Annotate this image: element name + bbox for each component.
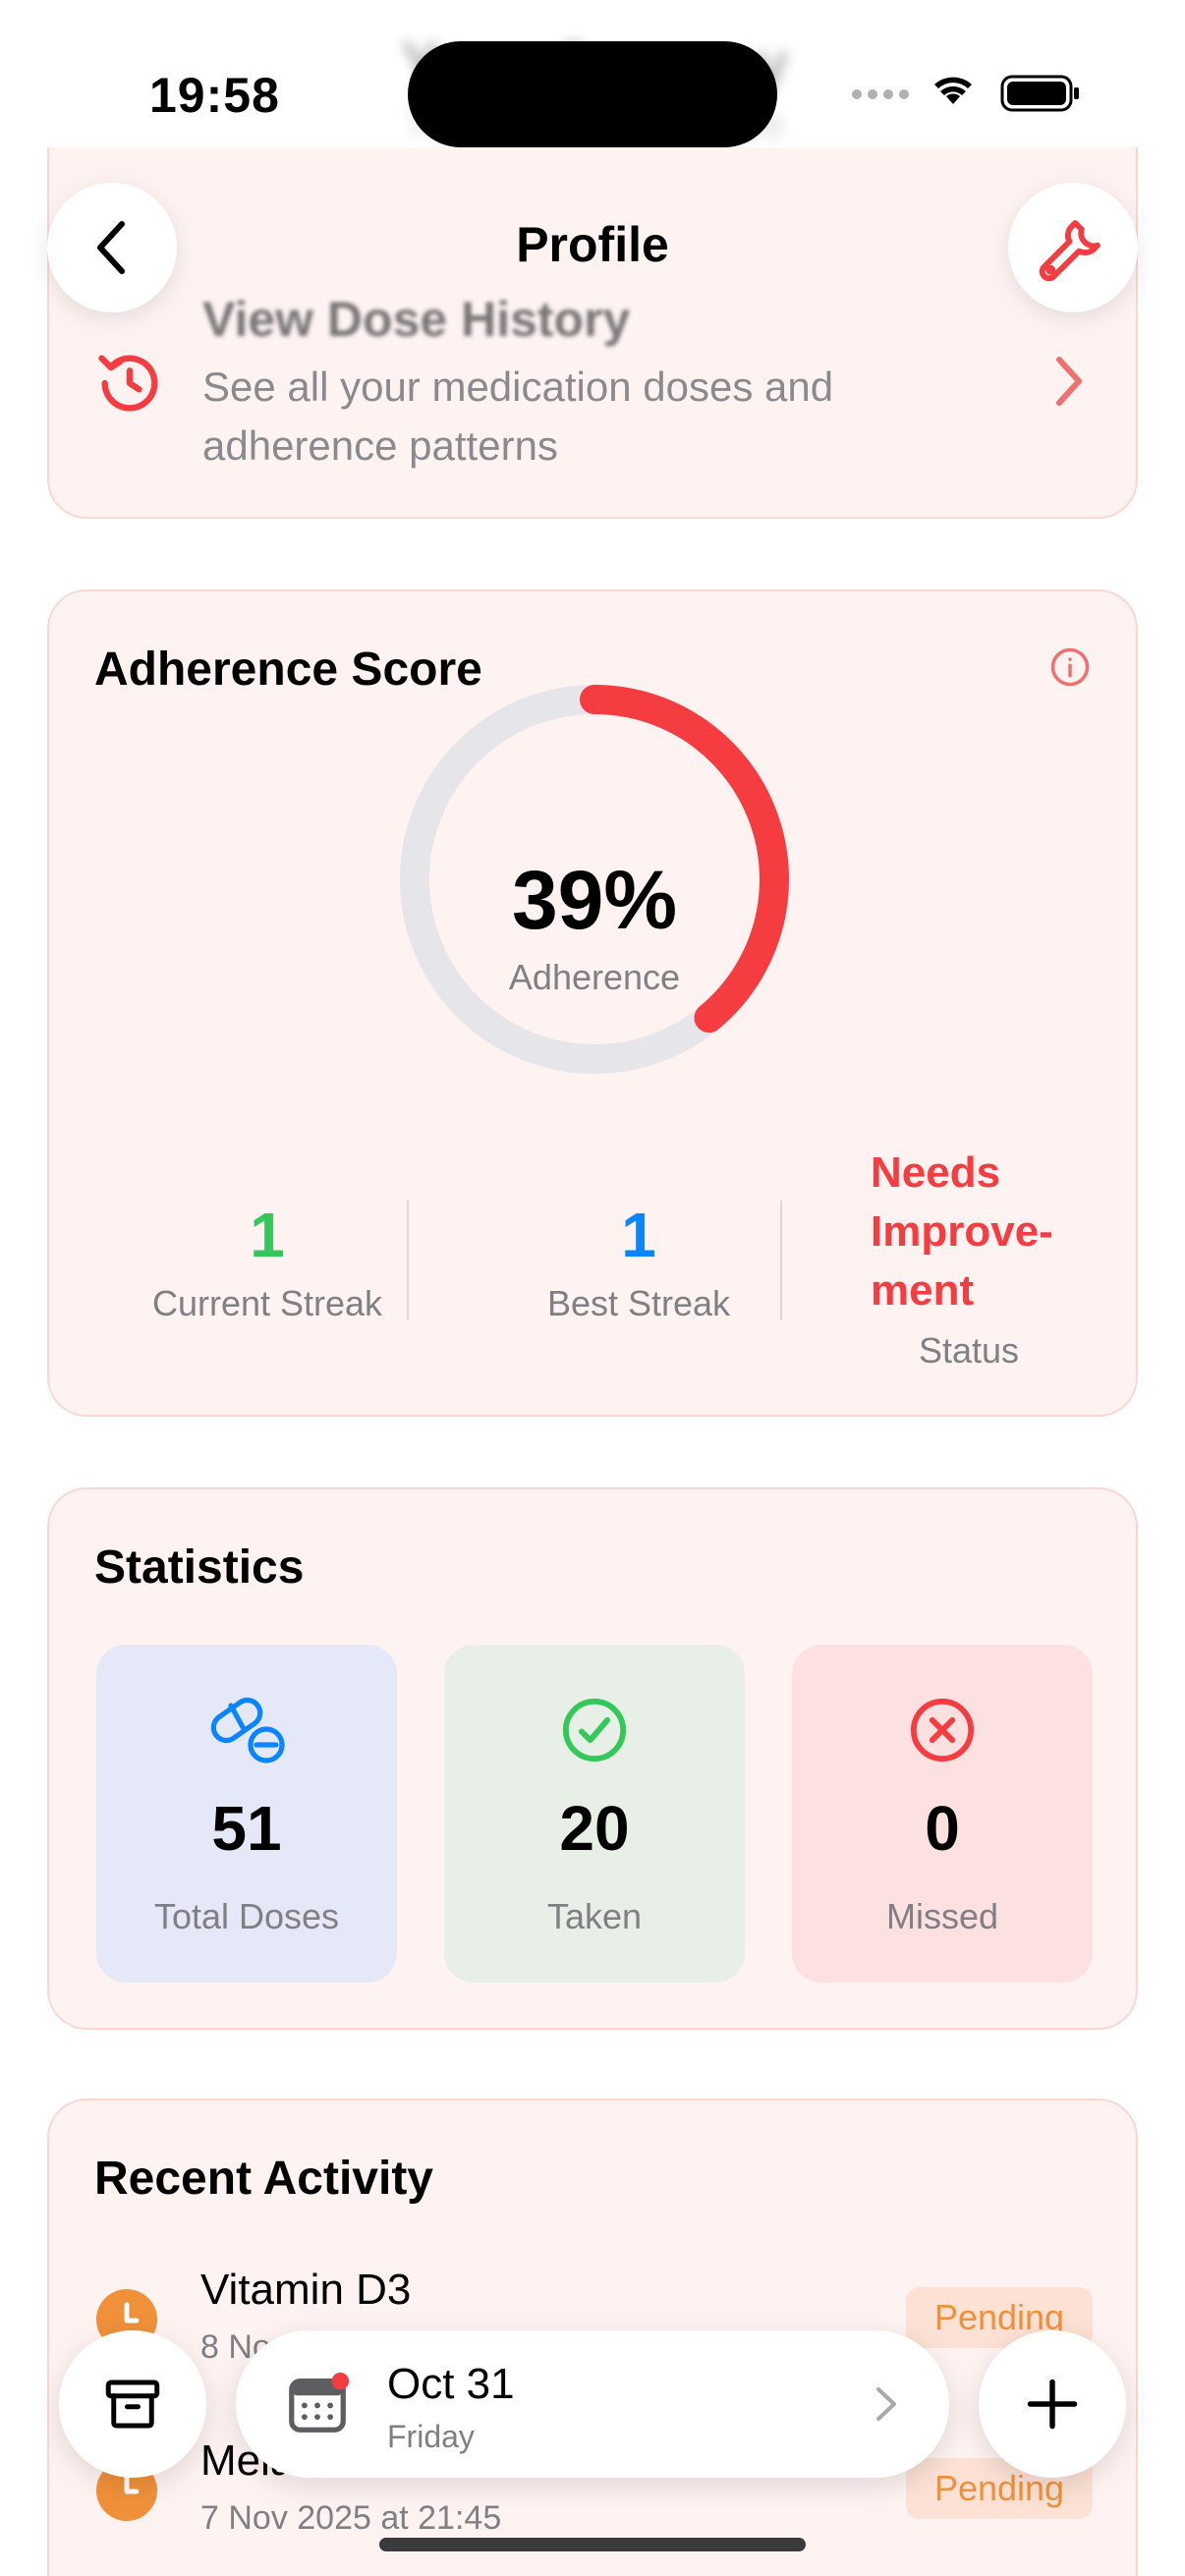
add-button[interactable]: [979, 2330, 1126, 2478]
adherence-percent: 39%: [511, 854, 678, 946]
pill-icon: [210, 1697, 285, 1764]
x-circle-icon: [910, 1698, 975, 1763]
taken-label: Taken: [546, 1896, 643, 1936]
dose-history-title: View Dose History: [202, 292, 631, 347]
archive-icon: [105, 2380, 160, 2429]
dynamic-island: [408, 41, 777, 147]
current-streak-value: 1: [250, 1200, 285, 1270]
taken-tile: 20 Taken: [444, 1645, 745, 1983]
chevron-right-icon: [1056, 357, 1082, 406]
current-streak-metric: 1 Current Streak: [100, 1201, 434, 1324]
plus-icon: [1027, 2379, 1078, 2430]
best-streak-metric: 1 Best Streak: [472, 1201, 806, 1324]
best-streak-label: Best Streak: [546, 1283, 731, 1323]
taken-value: 20: [559, 1793, 630, 1864]
tools-button[interactable]: [1008, 183, 1138, 312]
adherence-percent-label: Adherence: [508, 957, 681, 997]
wrench-icon: [1039, 220, 1100, 282]
recent-activity-title: Recent Activity: [94, 2153, 433, 2205]
current-streak-label: Current Streak: [151, 1283, 383, 1323]
activity-time: 7 Nov 2025 at 21:45: [200, 2499, 502, 2537]
status-value-line-2: Improve-: [871, 1207, 1053, 1256]
missed-label: Missed: [885, 1896, 999, 1936]
wifi-icon: [934, 77, 972, 104]
status-icons: [852, 75, 1079, 112]
check-circle-icon: [562, 1698, 627, 1763]
divider: [780, 1201, 782, 1320]
battery-icon: [1000, 75, 1079, 112]
selected-weekday: Friday: [387, 2419, 475, 2454]
chevron-right-icon: [876, 2387, 896, 2421]
dose-history-description: See all your medication doses and adhere…: [202, 364, 834, 469]
history-icon: [98, 355, 158, 412]
selected-date: Oct 31: [387, 2360, 515, 2408]
status-time: 19:58: [149, 68, 280, 123]
home-indicator[interactable]: [379, 2538, 806, 2551]
missed-value: 0: [925, 1793, 960, 1864]
calendar-icon: [289, 2372, 350, 2433]
view-dose-history-card[interactable]: View Dose History See all your medicatio…: [47, 147, 1138, 519]
status-metric: Needs Improve- ment Status: [871, 1144, 1106, 1372]
status-value-line-1: Needs: [871, 1148, 1001, 1197]
status-label: Status: [918, 1330, 1020, 1371]
adherence-score-card: Adherence Score 39% Adherence 1 Current …: [47, 589, 1138, 1417]
status-value-line-3: ment: [871, 1266, 975, 1315]
archive-button[interactable]: [59, 2330, 206, 2478]
total-doses-label: Total Doses: [153, 1896, 340, 1936]
statistics-card: Statistics 51 Total Doses 20 Taken 0 Mis…: [47, 1487, 1138, 2030]
missed-tile: 0 Missed: [792, 1645, 1093, 1983]
signal-icon: [852, 89, 909, 99]
total-doses-value: 51: [211, 1793, 282, 1864]
best-streak-value: 1: [621, 1200, 656, 1270]
info-icon[interactable]: [1049, 646, 1091, 688]
statistics-title: Statistics: [94, 1541, 305, 1594]
total-doses-tile: 51 Total Doses: [96, 1645, 397, 1983]
activity-name: Vitamin D3: [200, 2266, 412, 2314]
date-picker-button[interactable]: Oct 31 Friday: [236, 2330, 949, 2478]
divider: [407, 1201, 409, 1320]
